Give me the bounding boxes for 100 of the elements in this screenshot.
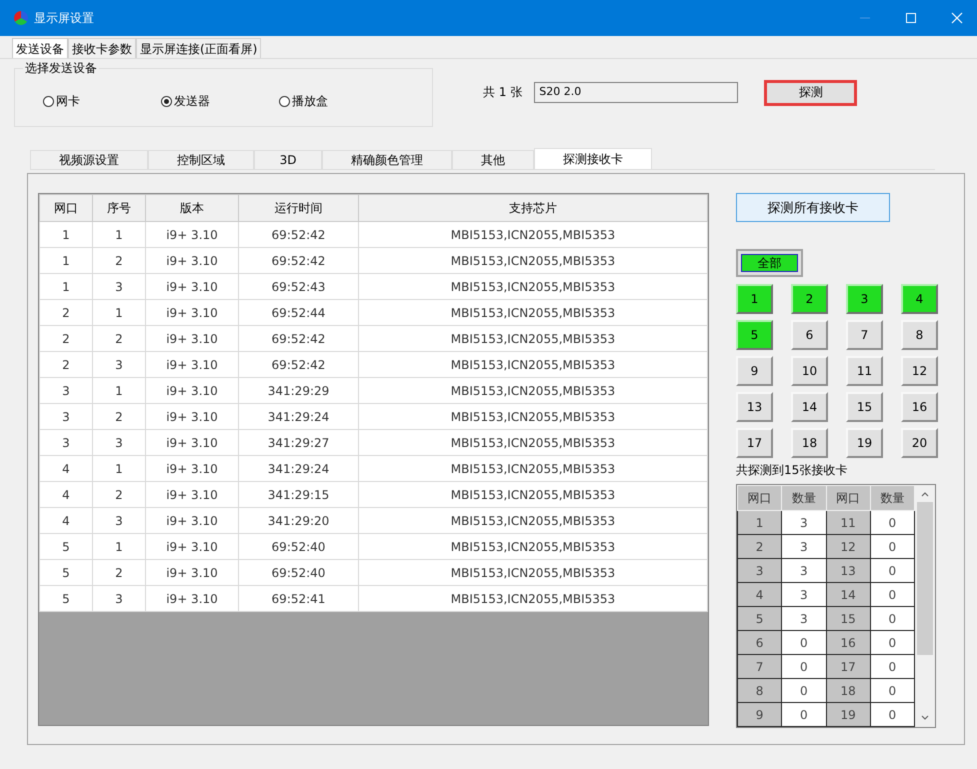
port-button[interactable]: 20 [901, 428, 938, 458]
table-cell: 4 [40, 508, 92, 534]
table-cell: i9+ 3.10 [146, 222, 238, 248]
port-button[interactable]: 16 [901, 392, 938, 422]
table-cell: MBI5153,ICN2055,MBI5353 [358, 534, 708, 560]
table-cell: 0 [782, 678, 826, 702]
table-cell: 5 [40, 534, 92, 560]
table-cell: i9+ 3.10 [146, 560, 238, 586]
table-cell: 2 [92, 326, 146, 352]
port-button[interactable]: 13 [736, 392, 773, 422]
column-header: 数量 [782, 486, 826, 510]
detect-all-button[interactable]: 探测所有接收卡 [736, 193, 890, 222]
table-cell: MBI5153,ICN2055,MBI5353 [358, 274, 708, 300]
table-cell: 12 [826, 534, 870, 558]
column-header: 网口 [738, 486, 782, 510]
table-cell: MBI5153,ICN2055,MBI5353 [358, 456, 708, 482]
table-cell: 3 [92, 352, 146, 378]
group-title: 选择发送设备 [23, 60, 99, 77]
table-cell: 69:52:42 [238, 248, 358, 274]
column-header: 网口 [40, 194, 92, 222]
table-cell: 9 [738, 702, 782, 726]
table-cell: MBI5153,ICN2055,MBI5353 [358, 248, 708, 274]
port-button[interactable]: 5 [736, 320, 773, 350]
table-cell: i9+ 3.10 [146, 352, 238, 378]
tab[interactable]: 精确颜色管理 [322, 150, 452, 169]
port-button[interactable]: 6 [791, 320, 828, 350]
table-cell: MBI5153,ICN2055,MBI5353 [358, 300, 708, 326]
port-button[interactable]: 7 [846, 320, 883, 350]
tab[interactable]: 探测接收卡 [534, 148, 652, 169]
tab[interactable]: 接收卡参数 [68, 38, 136, 58]
port-button[interactable]: 10 [791, 356, 828, 386]
port-button[interactable]: 4 [901, 284, 938, 314]
table-cell: 1 [738, 510, 782, 534]
table-cell: 2 [92, 482, 146, 508]
tab[interactable]: 发送设备 [12, 38, 68, 58]
port-button[interactable]: 18 [791, 428, 828, 458]
table-cell: i9+ 3.10 [146, 586, 238, 612]
table-cell: 3 [92, 274, 146, 300]
column-header: 网口 [826, 486, 870, 510]
table-cell: i9+ 3.10 [146, 300, 238, 326]
table-cell: MBI5153,ICN2055,MBI5353 [358, 430, 708, 456]
radio-option[interactable]: 发送器 [161, 93, 279, 110]
scrollbar[interactable] [915, 485, 935, 727]
tab[interactable]: 3D [254, 150, 322, 169]
table-cell: 16 [826, 630, 870, 654]
scroll-down-icon[interactable] [921, 715, 929, 721]
table-cell: 3 [40, 430, 92, 456]
table-cell: MBI5153,ICN2055,MBI5353 [358, 560, 708, 586]
table-cell: 4 [40, 482, 92, 508]
table-cell: 69:52:43 [238, 274, 358, 300]
port-button[interactable]: 9 [736, 356, 773, 386]
table-cell: 69:52:42 [238, 326, 358, 352]
table-cell: 69:52:40 [238, 560, 358, 586]
tab[interactable]: 视频源设置 [30, 150, 148, 169]
detect-button[interactable]: 探测 [764, 80, 858, 106]
table-cell: 341:29:20 [238, 508, 358, 534]
table-cell: 13 [826, 558, 870, 582]
all-button[interactable]: 全部 [736, 249, 803, 277]
table-cell: 17 [826, 654, 870, 678]
port-button[interactable]: 1 [736, 284, 773, 314]
table-cell: 5 [40, 560, 92, 586]
table-cell: 69:52:40 [238, 534, 358, 560]
close-icon[interactable] [951, 12, 963, 24]
table-cell: 18 [826, 678, 870, 702]
table-cell: 7 [738, 654, 782, 678]
maximize-icon[interactable] [905, 12, 917, 24]
radio-option[interactable]: 网卡 [43, 93, 161, 110]
radio-option[interactable]: 播放盒 [279, 93, 397, 110]
device-field[interactable]: S20 2.0 [534, 82, 738, 103]
table-cell: 1 [92, 534, 146, 560]
table-cell: 2 [40, 352, 92, 378]
table-cell: 14 [826, 582, 870, 606]
port-button[interactable]: 3 [846, 284, 883, 314]
column-header: 支持芯片 [358, 194, 708, 222]
tab[interactable]: 显示屏连接(正面看屏) [136, 38, 262, 58]
table-cell: 1 [92, 456, 146, 482]
table-cell: 3 [92, 508, 146, 534]
table-cell: 2 [40, 300, 92, 326]
table-cell: i9+ 3.10 [146, 404, 238, 430]
table-cell: 15 [826, 606, 870, 630]
table-cell: 8 [738, 678, 782, 702]
table-cell: 2 [40, 326, 92, 352]
port-button[interactable]: 15 [846, 392, 883, 422]
port-button[interactable]: 2 [791, 284, 828, 314]
table-cell: 3 [40, 404, 92, 430]
table-cell: 3 [738, 558, 782, 582]
tab[interactable]: 控制区域 [148, 150, 254, 169]
table-cell: MBI5153,ICN2055,MBI5353 [358, 326, 708, 352]
table-cell: 5 [738, 606, 782, 630]
table-cell: 3 [782, 582, 826, 606]
table-cell: 341:29:29 [238, 378, 358, 404]
port-button[interactable]: 8 [901, 320, 938, 350]
port-button[interactable]: 19 [846, 428, 883, 458]
table-cell: 341:29:15 [238, 482, 358, 508]
port-button[interactable]: 12 [901, 356, 938, 386]
scroll-up-icon[interactable] [921, 491, 929, 497]
port-button[interactable]: 11 [846, 356, 883, 386]
port-button[interactable]: 17 [736, 428, 773, 458]
column-header: 数量 [870, 486, 914, 510]
port-button[interactable]: 14 [791, 392, 828, 422]
